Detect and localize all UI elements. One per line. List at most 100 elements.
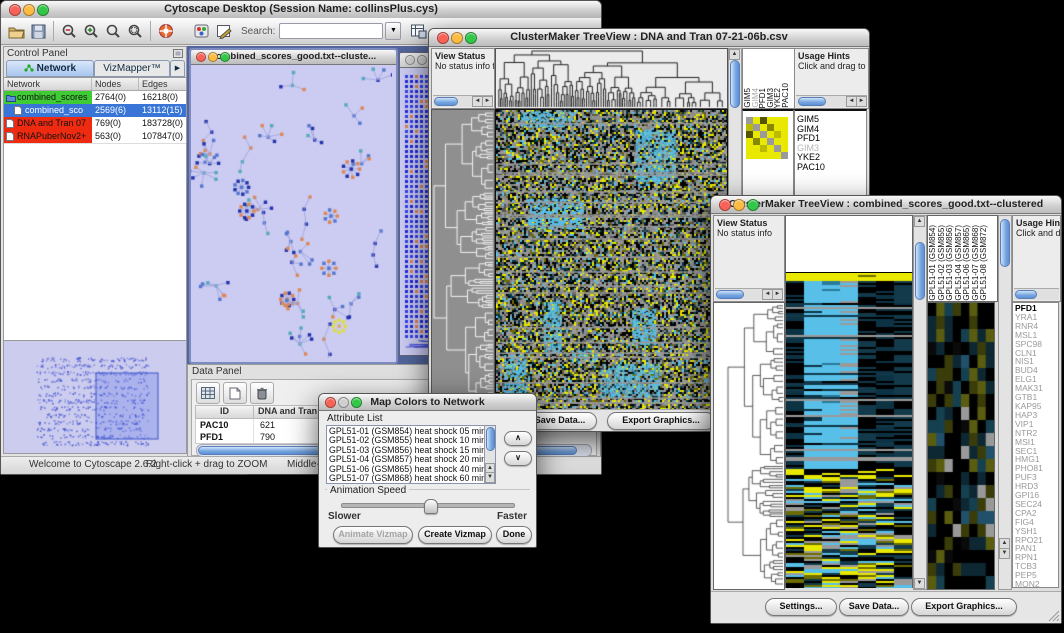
minimize-icon[interactable] xyxy=(208,52,218,62)
mini-heatmap-cell[interactable] xyxy=(746,152,753,159)
zoom-window-icon[interactable] xyxy=(220,52,230,62)
mini-heatmap-cell[interactable] xyxy=(760,131,767,138)
mini-heatmap-cell[interactable] xyxy=(774,145,781,152)
mini-heatmap-cell[interactable] xyxy=(753,117,760,124)
mini-heatmap-cell[interactable] xyxy=(767,124,774,131)
mini-heatmap-cell[interactable] xyxy=(781,124,788,131)
close-icon[interactable] xyxy=(719,199,731,211)
mini-heatmap-cell[interactable] xyxy=(781,131,788,138)
delete-attribute-icon[interactable] xyxy=(250,382,274,404)
animate-vizmap-button[interactable]: Animate Vizmap xyxy=(333,526,413,544)
tv2-button-settings[interactable]: Settings... xyxy=(765,598,837,616)
mini-heatmap-cell[interactable] xyxy=(774,131,781,138)
tv2-zoom-heatmap[interactable] xyxy=(927,302,995,590)
search-input[interactable] xyxy=(279,23,383,39)
tv2-row-dendrogram[interactable] xyxy=(713,302,785,590)
new-attribute-icon[interactable] xyxy=(223,382,247,404)
network-view-1-canvas[interactable] xyxy=(191,64,392,358)
tv1-gene-label[interactable]: PAC10 xyxy=(795,163,866,173)
mini-heatmap-cell[interactable] xyxy=(746,138,753,145)
data-table-icon[interactable] xyxy=(196,382,220,404)
close-icon[interactable] xyxy=(9,4,21,16)
mini-heatmap-cell[interactable] xyxy=(760,152,767,159)
tv1-row-dendrogram[interactable] xyxy=(431,109,495,410)
network-overview-panel[interactable] xyxy=(4,340,186,453)
attribute-list-item[interactable]: GPL51-07 (GSM868) heat shock 60 min xyxy=(327,474,484,483)
mini-heatmap-cell[interactable] xyxy=(767,131,774,138)
tv2-heatmap-vscrollbar[interactable]: ▲ ▼ xyxy=(913,215,927,590)
main-titlebar[interactable]: Cytoscape Desktop (Session Name: collins… xyxy=(1,1,601,19)
mini-heatmap-cell[interactable] xyxy=(753,124,760,131)
mini-heatmap-cell[interactable] xyxy=(767,145,774,152)
network-overview-canvas[interactable] xyxy=(4,341,184,452)
zoom-window-icon[interactable] xyxy=(465,32,477,44)
help-lifering-icon[interactable] xyxy=(155,21,177,41)
resize-grip[interactable] xyxy=(1048,610,1060,622)
mini-heatmap-cell[interactable] xyxy=(746,145,753,152)
mini-heatmap-cell[interactable] xyxy=(746,131,753,138)
mini-heatmap-cell[interactable] xyxy=(774,124,781,131)
minimize-icon[interactable] xyxy=(338,397,349,408)
dialog-titlebar[interactable]: Map Colors to Network xyxy=(319,394,536,411)
tv2-usage-hscrollbar[interactable] xyxy=(1014,288,1059,300)
tab-vizmapper[interactable]: VizMapper™ xyxy=(94,60,170,77)
mini-heatmap-cell[interactable] xyxy=(760,117,767,124)
tv2-column-label[interactable]: GPL51-08 (GSM872) xyxy=(980,225,988,301)
mini-heatmap-cell[interactable] xyxy=(760,138,767,145)
mini-heatmap-cell[interactable] xyxy=(781,152,788,159)
network-row[interactable]: combined_sco2569(6)13112(15) xyxy=(4,104,186,117)
attribute-up-button[interactable]: ∧ xyxy=(504,431,532,446)
mini-heatmap-cell[interactable] xyxy=(753,145,760,152)
tv1-column-dendrogram[interactable] xyxy=(495,48,728,109)
treeview2-titlebar[interactable]: ClusterMaker TreeView : combined_scores_… xyxy=(711,196,1061,214)
mini-heatmap-cell[interactable] xyxy=(767,138,774,145)
mini-heatmap-cell[interactable] xyxy=(781,138,788,145)
network-row[interactable]: RNAPuberNov2+563(0)107847(0) xyxy=(4,130,186,143)
zoom-window-icon[interactable] xyxy=(747,199,759,211)
zoom-fit-icon[interactable] xyxy=(102,21,124,41)
tv2-column-label[interactable]: GPL51-02 (GSM855) xyxy=(938,225,946,301)
mini-heatmap-cell[interactable] xyxy=(781,145,788,152)
tv1-column-label[interactable]: PAC10 xyxy=(782,83,790,108)
tv2-status-hscrollbar[interactable]: ◄► xyxy=(715,288,783,300)
mini-heatmap-cell[interactable] xyxy=(760,124,767,131)
zoom-selected-icon[interactable] xyxy=(124,21,146,41)
tv2-column-label[interactable]: GPL51-06 (GSM865) xyxy=(963,225,971,301)
vizmapper-icon[interactable] xyxy=(191,21,213,41)
tv2-gene-vscrollbar[interactable]: ▲ ▼ xyxy=(998,215,1012,590)
tv2-button-exportgraphics[interactable]: Export Graphics... xyxy=(911,598,1017,616)
tv2-column-label[interactable]: GPL51-01 (GSM854) xyxy=(929,225,937,301)
tv1-usage-hscrollbar[interactable]: ◄► xyxy=(796,95,867,107)
open-file-button[interactable] xyxy=(5,21,27,41)
tab-more-arrow[interactable]: ▶ xyxy=(170,60,185,77)
tv1-button-exportgraphics[interactable]: Export Graphics... xyxy=(607,412,715,430)
attribute-list[interactable]: GPL51-01 (GSM854) heat shock 05 minGPL51… xyxy=(326,425,496,484)
tv1-status-hscrollbar[interactable]: ◄► xyxy=(433,95,493,107)
annotation-icon[interactable] xyxy=(213,21,235,41)
save-button[interactable] xyxy=(27,21,49,41)
mini-heatmap-cell[interactable] xyxy=(753,138,760,145)
close-icon[interactable] xyxy=(405,55,415,65)
network-row[interactable]: DNA and Tran 07769(0)183728(0) xyxy=(4,117,186,130)
minimize-icon[interactable] xyxy=(417,55,427,65)
mini-heatmap-cell[interactable] xyxy=(774,117,781,124)
mini-heatmap-cell[interactable] xyxy=(774,152,781,159)
search-dropdown-button[interactable]: ▼ xyxy=(385,22,401,40)
mini-heatmap-cell[interactable] xyxy=(753,131,760,138)
create-vizmap-button[interactable]: Create Vizmap xyxy=(418,526,492,544)
zoom-out-icon[interactable] xyxy=(58,21,80,41)
minimize-icon[interactable] xyxy=(733,199,745,211)
mini-heatmap-cell[interactable] xyxy=(760,145,767,152)
tv2-column-label[interactable]: GPL51-03 (GSM856) xyxy=(946,225,954,301)
network-window-1-titlebar[interactable]: combined_scores_good.txt--cluste... xyxy=(191,50,396,65)
zoom-in-icon[interactable] xyxy=(80,21,102,41)
mini-heatmap-cell[interactable] xyxy=(746,117,753,124)
minimize-icon[interactable] xyxy=(451,32,463,44)
tv2-column-dendrogram-area[interactable] xyxy=(785,215,913,274)
mini-heatmap-cell[interactable] xyxy=(774,138,781,145)
attribute-down-button[interactable]: ∨ xyxy=(504,451,532,466)
network-tree-empty[interactable] xyxy=(4,143,186,340)
tab-network[interactable]: Network xyxy=(6,60,94,77)
tv2-column-label[interactable]: GPL51-07 (GSM868) xyxy=(972,225,980,301)
zoom-window-icon[interactable] xyxy=(351,397,362,408)
